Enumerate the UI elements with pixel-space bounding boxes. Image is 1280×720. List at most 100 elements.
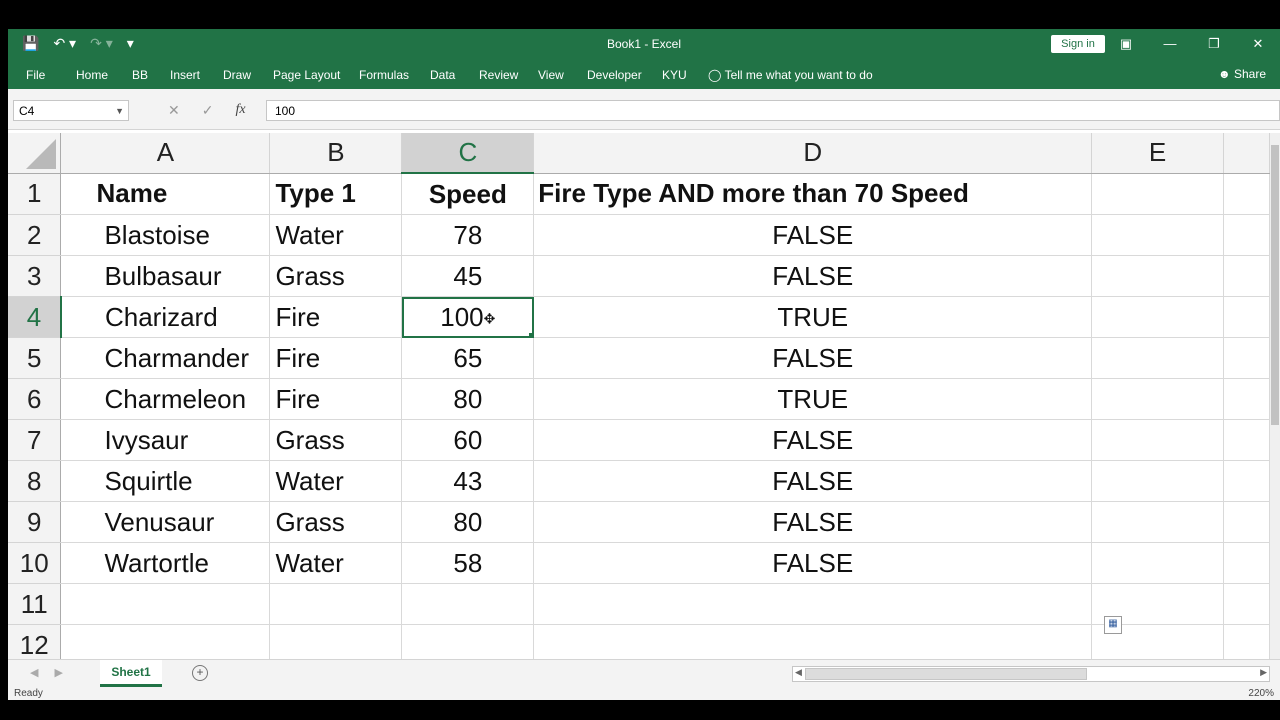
tell-me-search[interactable]: ◯ Tell me what you want to do [708, 68, 873, 82]
cell-a6[interactable]: Charmeleon [60, 378, 271, 420]
cell-a7[interactable]: Ivysaur [60, 419, 271, 461]
insert-function-icon[interactable]: fx [235, 102, 245, 119]
cell-a12[interactable] [60, 624, 271, 663]
select-all-corner[interactable] [8, 133, 62, 174]
cell-a11[interactable] [60, 583, 271, 625]
cell-f12[interactable] [1223, 624, 1270, 663]
row-header[interactable]: 3 [8, 255, 62, 297]
cell-b3[interactable]: Grass [269, 255, 403, 297]
tab-home[interactable]: Home [76, 68, 108, 82]
cell-c9[interactable]: 80 [401, 501, 535, 543]
cell-f1[interactable] [1223, 173, 1270, 215]
enter-icon[interactable]: ✓ [202, 102, 214, 119]
cell-d1[interactable]: Fire Type AND more than 70 Speed [533, 173, 1093, 215]
fill-handle[interactable] [529, 333, 533, 337]
cell-a8[interactable]: Squirtle [60, 460, 271, 502]
cell-d4[interactable]: TRUE [533, 296, 1093, 338]
cancel-icon[interactable]: ✕ [168, 102, 180, 119]
cell-b11[interactable] [269, 583, 403, 625]
row-header[interactable]: 12 [8, 624, 62, 663]
cell-b10[interactable]: Water [269, 542, 403, 584]
row-header[interactable]: 8 [8, 460, 62, 502]
cell-e6[interactable] [1091, 378, 1224, 420]
tab-draw[interactable]: Draw [223, 68, 251, 82]
cell-d11[interactable] [533, 583, 1093, 625]
cell-e5[interactable] [1091, 337, 1224, 379]
cell-e8[interactable] [1091, 460, 1224, 502]
cell-a3[interactable]: Bulbasaur [60, 255, 271, 297]
cell-f4[interactable] [1223, 296, 1270, 338]
cell-d9[interactable]: FALSE [533, 501, 1093, 543]
next-sheet-icon[interactable]: ▶ [54, 666, 62, 679]
vertical-scroll-thumb[interactable] [1271, 145, 1279, 425]
cell-e9[interactable] [1091, 501, 1224, 543]
cell-b6[interactable]: Fire [269, 378, 403, 420]
cell-d2[interactable]: FALSE [533, 214, 1093, 256]
cell-e7[interactable] [1091, 419, 1224, 461]
cell-c2[interactable]: 78 [401, 214, 535, 256]
name-box[interactable]: C4 ▼ [13, 100, 129, 121]
cell-e3[interactable] [1091, 255, 1224, 297]
cell-f9[interactable] [1223, 501, 1270, 543]
cell-b5[interactable]: Fire [269, 337, 403, 379]
add-sheet-icon[interactable]: + [192, 665, 208, 681]
horizontal-scrollbar[interactable]: ◀ ▶ [792, 666, 1270, 682]
tab-page-layout[interactable]: Page Layout [273, 68, 340, 82]
cell-a5[interactable]: Charmander [60, 337, 271, 379]
column-header-f[interactable] [1223, 133, 1270, 174]
cell-b7[interactable]: Grass [269, 419, 403, 461]
cell-c11[interactable] [401, 583, 535, 625]
cell-f8[interactable] [1223, 460, 1270, 502]
cell-f7[interactable] [1223, 419, 1270, 461]
row-header[interactable]: 5 [8, 337, 62, 379]
cell-b8[interactable]: Water [269, 460, 403, 502]
row-header[interactable]: 7 [8, 419, 62, 461]
scroll-left-icon[interactable]: ◀ [795, 667, 802, 678]
column-header-c[interactable]: C [401, 133, 535, 174]
cell-a2[interactable]: Blastoise [60, 214, 271, 256]
row-header[interactable]: 9 [8, 501, 62, 543]
cell-a9[interactable]: Venusaur [60, 501, 271, 543]
prev-sheet-icon[interactable]: ◀ [30, 666, 38, 679]
cell-c3[interactable]: 45 [401, 255, 535, 297]
cell-f10[interactable] [1223, 542, 1270, 584]
cell-f6[interactable] [1223, 378, 1270, 420]
sheet-tab-sheet1[interactable]: Sheet1 [100, 660, 162, 687]
column-header-e[interactable]: E [1091, 133, 1224, 174]
cell-b12[interactable] [269, 624, 403, 663]
cell-a4[interactable]: Charizard [60, 296, 271, 338]
zoom-level[interactable]: 220% [1248, 688, 1274, 699]
cell-c8[interactable]: 43 [401, 460, 535, 502]
row-header[interactable]: 6 [8, 378, 62, 420]
restore-icon[interactable]: ❐ [1192, 29, 1236, 59]
cell-c12[interactable] [401, 624, 535, 663]
tab-formulas[interactable]: Formulas [359, 68, 409, 82]
cell-f11[interactable] [1223, 583, 1270, 625]
horizontal-scroll-thumb[interactable] [805, 668, 1087, 680]
cell-c1[interactable]: Speed [401, 173, 535, 215]
cell-b4[interactable]: Fire [269, 296, 403, 338]
chevron-down-icon[interactable]: ▼ [115, 101, 124, 122]
tab-data[interactable]: Data [430, 68, 455, 82]
row-header[interactable]: 2 [8, 214, 62, 256]
quick-analysis-icon[interactable]: ▦ [1104, 616, 1122, 634]
cell-d10[interactable]: FALSE [533, 542, 1093, 584]
cell-c6[interactable]: 80 [401, 378, 535, 420]
row-header-selected[interactable]: 4 [8, 296, 62, 338]
cell-b9[interactable]: Grass [269, 501, 403, 543]
formula-input[interactable]: 100 [266, 100, 1280, 121]
tab-view[interactable]: View [538, 68, 564, 82]
cell-f2[interactable] [1223, 214, 1270, 256]
cell-b2[interactable]: Water [269, 214, 403, 256]
cell-a1[interactable]: Name [60, 173, 271, 215]
minimize-icon[interactable]: — [1148, 29, 1192, 59]
cell-e10[interactable] [1091, 542, 1224, 584]
column-header-d[interactable]: D [533, 133, 1093, 174]
cell-b1[interactable]: Type 1 [269, 173, 403, 215]
row-header[interactable]: 11 [8, 583, 62, 625]
cell-e4[interactable] [1091, 296, 1224, 338]
cell-c5[interactable]: 65 [401, 337, 535, 379]
tab-bb[interactable]: BB [132, 68, 148, 82]
cell-f5[interactable] [1223, 337, 1270, 379]
close-icon[interactable]: ✕ [1236, 29, 1280, 59]
